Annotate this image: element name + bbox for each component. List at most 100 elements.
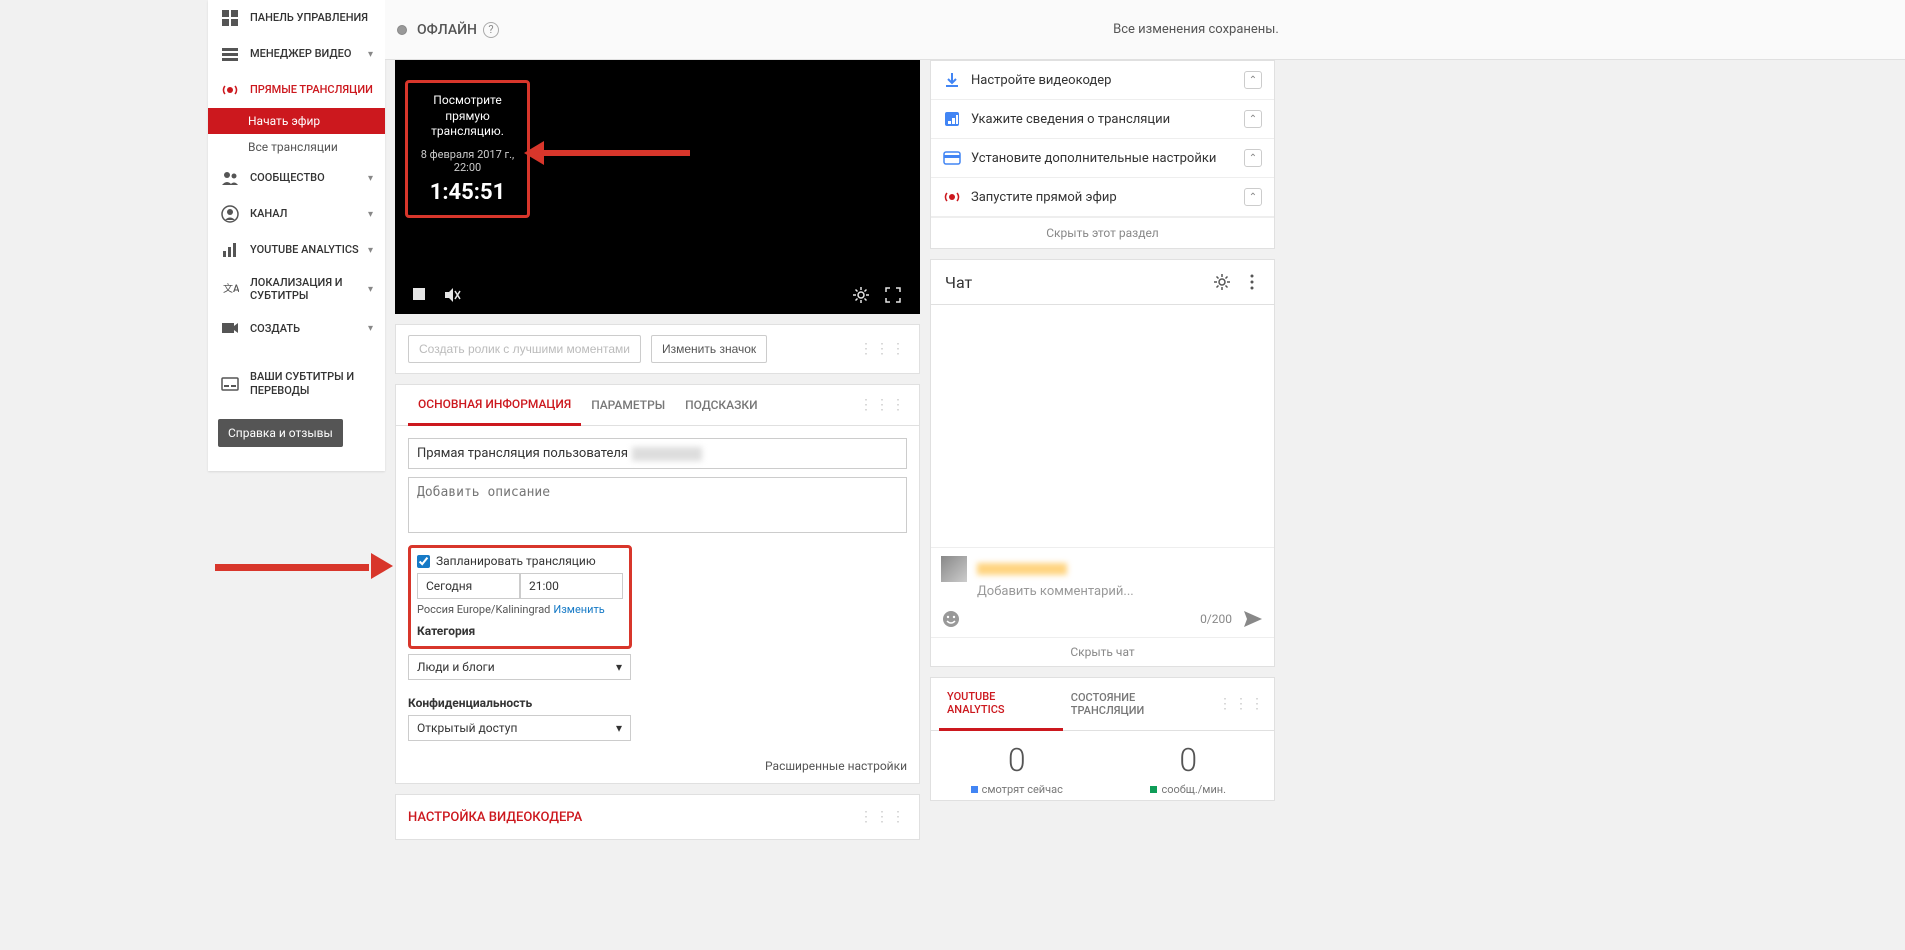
- dot-green-icon: [1150, 786, 1157, 793]
- analytics-tab-yt[interactable]: YOUTUBE ANALYTICS: [939, 678, 1063, 731]
- collapse-icon[interactable]: ⌃: [1244, 149, 1262, 167]
- dot-blue-icon: [971, 786, 978, 793]
- video-manager-icon: [220, 44, 240, 64]
- checklist-item-settings[interactable]: Установите дополнительные настройки ⌃: [931, 139, 1274, 178]
- sidebar-label: ВАШИ СУБТИТРЫ И ПЕРЕВОДЫ: [250, 370, 373, 396]
- saved-text: Все изменения сохранены.: [499, 22, 1893, 37]
- collapse-icon[interactable]: ⌃: [1244, 110, 1262, 128]
- chevron-down-icon: ▾: [368, 173, 373, 184]
- chat-more-icon[interactable]: [1244, 272, 1260, 292]
- category-select[interactable]: Люди и блоги ▾: [408, 654, 631, 680]
- privacy-select[interactable]: Открытый доступ ▾: [408, 715, 631, 741]
- checklist-item-encoder[interactable]: Настройте видеокодер ⌃: [931, 61, 1274, 100]
- overlay-countdown: 1:45:51: [414, 180, 521, 205]
- tab-hints[interactable]: ПОДСКАЗКИ: [675, 386, 767, 424]
- chat-char-count: 0/200: [1200, 612, 1232, 626]
- emoji-icon[interactable]: [941, 609, 961, 629]
- chat-messages[interactable]: [931, 305, 1274, 547]
- overlay-title: Посмотрите прямую трансляцию.: [414, 93, 521, 140]
- sidebar-item-channel[interactable]: КАНАЛ ▾: [208, 196, 385, 232]
- sidebar-item-dashboard[interactable]: ПАНЕЛЬ УПРАВЛЕНИЯ: [208, 0, 385, 36]
- analytics-tab-status[interactable]: СОСТОЯНИЕ ТРАНСЛЯЦИИ: [1063, 679, 1218, 729]
- help-feedback-button[interactable]: Справка и отзывы: [218, 419, 343, 447]
- settings-icon[interactable]: [852, 286, 872, 306]
- sidebar-label: КАНАЛ: [250, 207, 368, 220]
- collapse-icon[interactable]: ⌃: [1244, 71, 1262, 89]
- category-label: Категория: [417, 624, 623, 638]
- checklist-item-info[interactable]: Укажите сведения о трансляции ⌃: [931, 100, 1274, 139]
- timezone-change-link[interactable]: Изменить: [553, 603, 604, 616]
- stream-description-input[interactable]: [408, 477, 907, 533]
- drag-handle-icon[interactable]: ⋮⋮⋮: [859, 397, 907, 413]
- encoder-section-header[interactable]: НАСТРОЙКА ВИДЕОКОДЕРА ⋮⋮⋮: [396, 795, 919, 839]
- advanced-settings-link[interactable]: Расширенные настройки: [396, 753, 919, 783]
- stat-watching-now: 0 смотрят сейчас: [931, 731, 1103, 800]
- chevron-down-icon: ▾: [368, 245, 373, 256]
- live-icon: [220, 80, 240, 100]
- chat-username-redacted: [977, 563, 1067, 575]
- timezone-text: Россия Europe/KaliningradИзменить: [417, 603, 623, 616]
- hide-checklist-link[interactable]: Скрыть этот раздел: [931, 217, 1274, 248]
- card-icon: [943, 149, 961, 167]
- drag-handle-icon[interactable]: ⋮⋮⋮: [859, 809, 907, 825]
- sidebar-label: СОЗДАТЬ: [250, 322, 368, 335]
- header-bar: ОФЛАЙН ? Все изменения сохранены.: [385, 0, 1905, 60]
- redacted-username: [632, 447, 702, 461]
- dashboard-icon: [220, 8, 240, 28]
- help-icon[interactable]: ?: [483, 22, 499, 38]
- chat-input[interactable]: Добавить комментарий...: [977, 584, 1264, 599]
- chat-settings-icon[interactable]: [1212, 272, 1232, 292]
- info-icon: [943, 110, 961, 128]
- schedule-date-select[interactable]: Сегодня: [417, 573, 520, 599]
- sidebar-label: СООБЩЕСТВО: [250, 171, 368, 184]
- sidebar-item-video-manager[interactable]: МЕНЕДЖЕР ВИДЕО ▾: [208, 36, 385, 72]
- video-player[interactable]: Посмотрите прямую трансляцию. 8 февраля …: [395, 60, 920, 314]
- sidebar-item-create[interactable]: СОЗДАТЬ ▾: [208, 310, 385, 346]
- chevron-down-icon: ▾: [368, 284, 373, 295]
- player-overlay: Посмотрите прямую трансляцию. 8 февраля …: [405, 80, 530, 218]
- overlay-date: 8 февраля 2017 г., 22:00: [414, 148, 521, 174]
- tab-basic-info[interactable]: ОСНОВНАЯ ИНФОРМАЦИЯ: [408, 385, 581, 426]
- privacy-label: Конфиденциальность: [408, 696, 907, 710]
- chevron-down-icon: ▾: [368, 49, 373, 60]
- download-icon: [943, 71, 961, 89]
- sidebar-item-your-subs[interactable]: ВАШИ СУБТИТРЫ И ПЕРЕВОДЫ: [208, 362, 385, 404]
- stream-title-input[interactable]: Прямая трансляция пользователя: [408, 438, 907, 469]
- tab-params[interactable]: ПАРАМЕТРЫ: [581, 386, 675, 424]
- channel-icon: [220, 204, 240, 224]
- sidebar-item-live[interactable]: ПРЯМЫЕ ТРАНСЛЯЦИИ: [208, 72, 385, 108]
- mute-icon[interactable]: [443, 286, 463, 306]
- checklist-item-go-live[interactable]: Запустите прямой эфир ⌃: [931, 178, 1274, 217]
- sidebar-item-analytics[interactable]: YOUTUBE ANALYTICS ▾: [208, 232, 385, 268]
- drag-handle-icon[interactable]: ⋮⋮⋮: [859, 341, 907, 357]
- fullscreen-icon[interactable]: [884, 286, 904, 306]
- live-icon: [943, 188, 961, 206]
- chevron-down-icon: ▾: [616, 721, 622, 735]
- chat-title: Чат: [945, 273, 1212, 292]
- subtitles-icon: [220, 374, 240, 394]
- change-thumbnail-button[interactable]: Изменить значок: [651, 335, 767, 363]
- chat-panel: Чат Добавить комментарий... 0/2: [930, 259, 1275, 667]
- annotation-arrow-2: [215, 556, 387, 576]
- schedule-checkbox-row[interactable]: Запланировать трансляцию: [417, 554, 623, 568]
- schedule-time-select[interactable]: 21:00: [520, 573, 623, 599]
- sidebar-item-community[interactable]: СООБЩЕСТВО ▾: [208, 160, 385, 196]
- sidebar-item-localization[interactable]: 文A ЛОКАЛИЗАЦИЯ И СУБТИТРЫ ▾: [208, 268, 385, 310]
- sidebar-label: ЛОКАЛИЗАЦИЯ И СУБТИТРЫ: [250, 276, 368, 302]
- send-icon[interactable]: [1242, 609, 1264, 629]
- create-clip-button[interactable]: Создать ролик с лучшими моментами: [408, 335, 641, 363]
- collapse-icon[interactable]: ⌃: [1244, 188, 1262, 206]
- hide-chat-link[interactable]: Скрыть чат: [931, 637, 1274, 666]
- schedule-checkbox[interactable]: [417, 555, 430, 568]
- stop-icon[interactable]: [411, 286, 431, 306]
- sidebar-label: МЕНЕДЖЕР ВИДЕО: [250, 47, 368, 60]
- schedule-box: Запланировать трансляцию Сегодня 21:00 Р…: [408, 545, 632, 649]
- sidebar-sub-all-streams[interactable]: Все трансляции: [208, 134, 385, 160]
- chevron-down-icon: ▾: [368, 209, 373, 220]
- drag-handle-icon[interactable]: ⋮⋮⋮: [1218, 696, 1266, 712]
- sidebar-label: YOUTUBE ANALYTICS: [250, 243, 368, 256]
- status-dot-icon: [397, 25, 407, 35]
- translate-icon: 文A: [220, 279, 240, 299]
- sidebar-sub-start-stream[interactable]: Начать эфир: [208, 108, 385, 134]
- analytics-panel: YOUTUBE ANALYTICS СОСТОЯНИЕ ТРАНСЛЯЦИИ ⋮…: [930, 677, 1275, 801]
